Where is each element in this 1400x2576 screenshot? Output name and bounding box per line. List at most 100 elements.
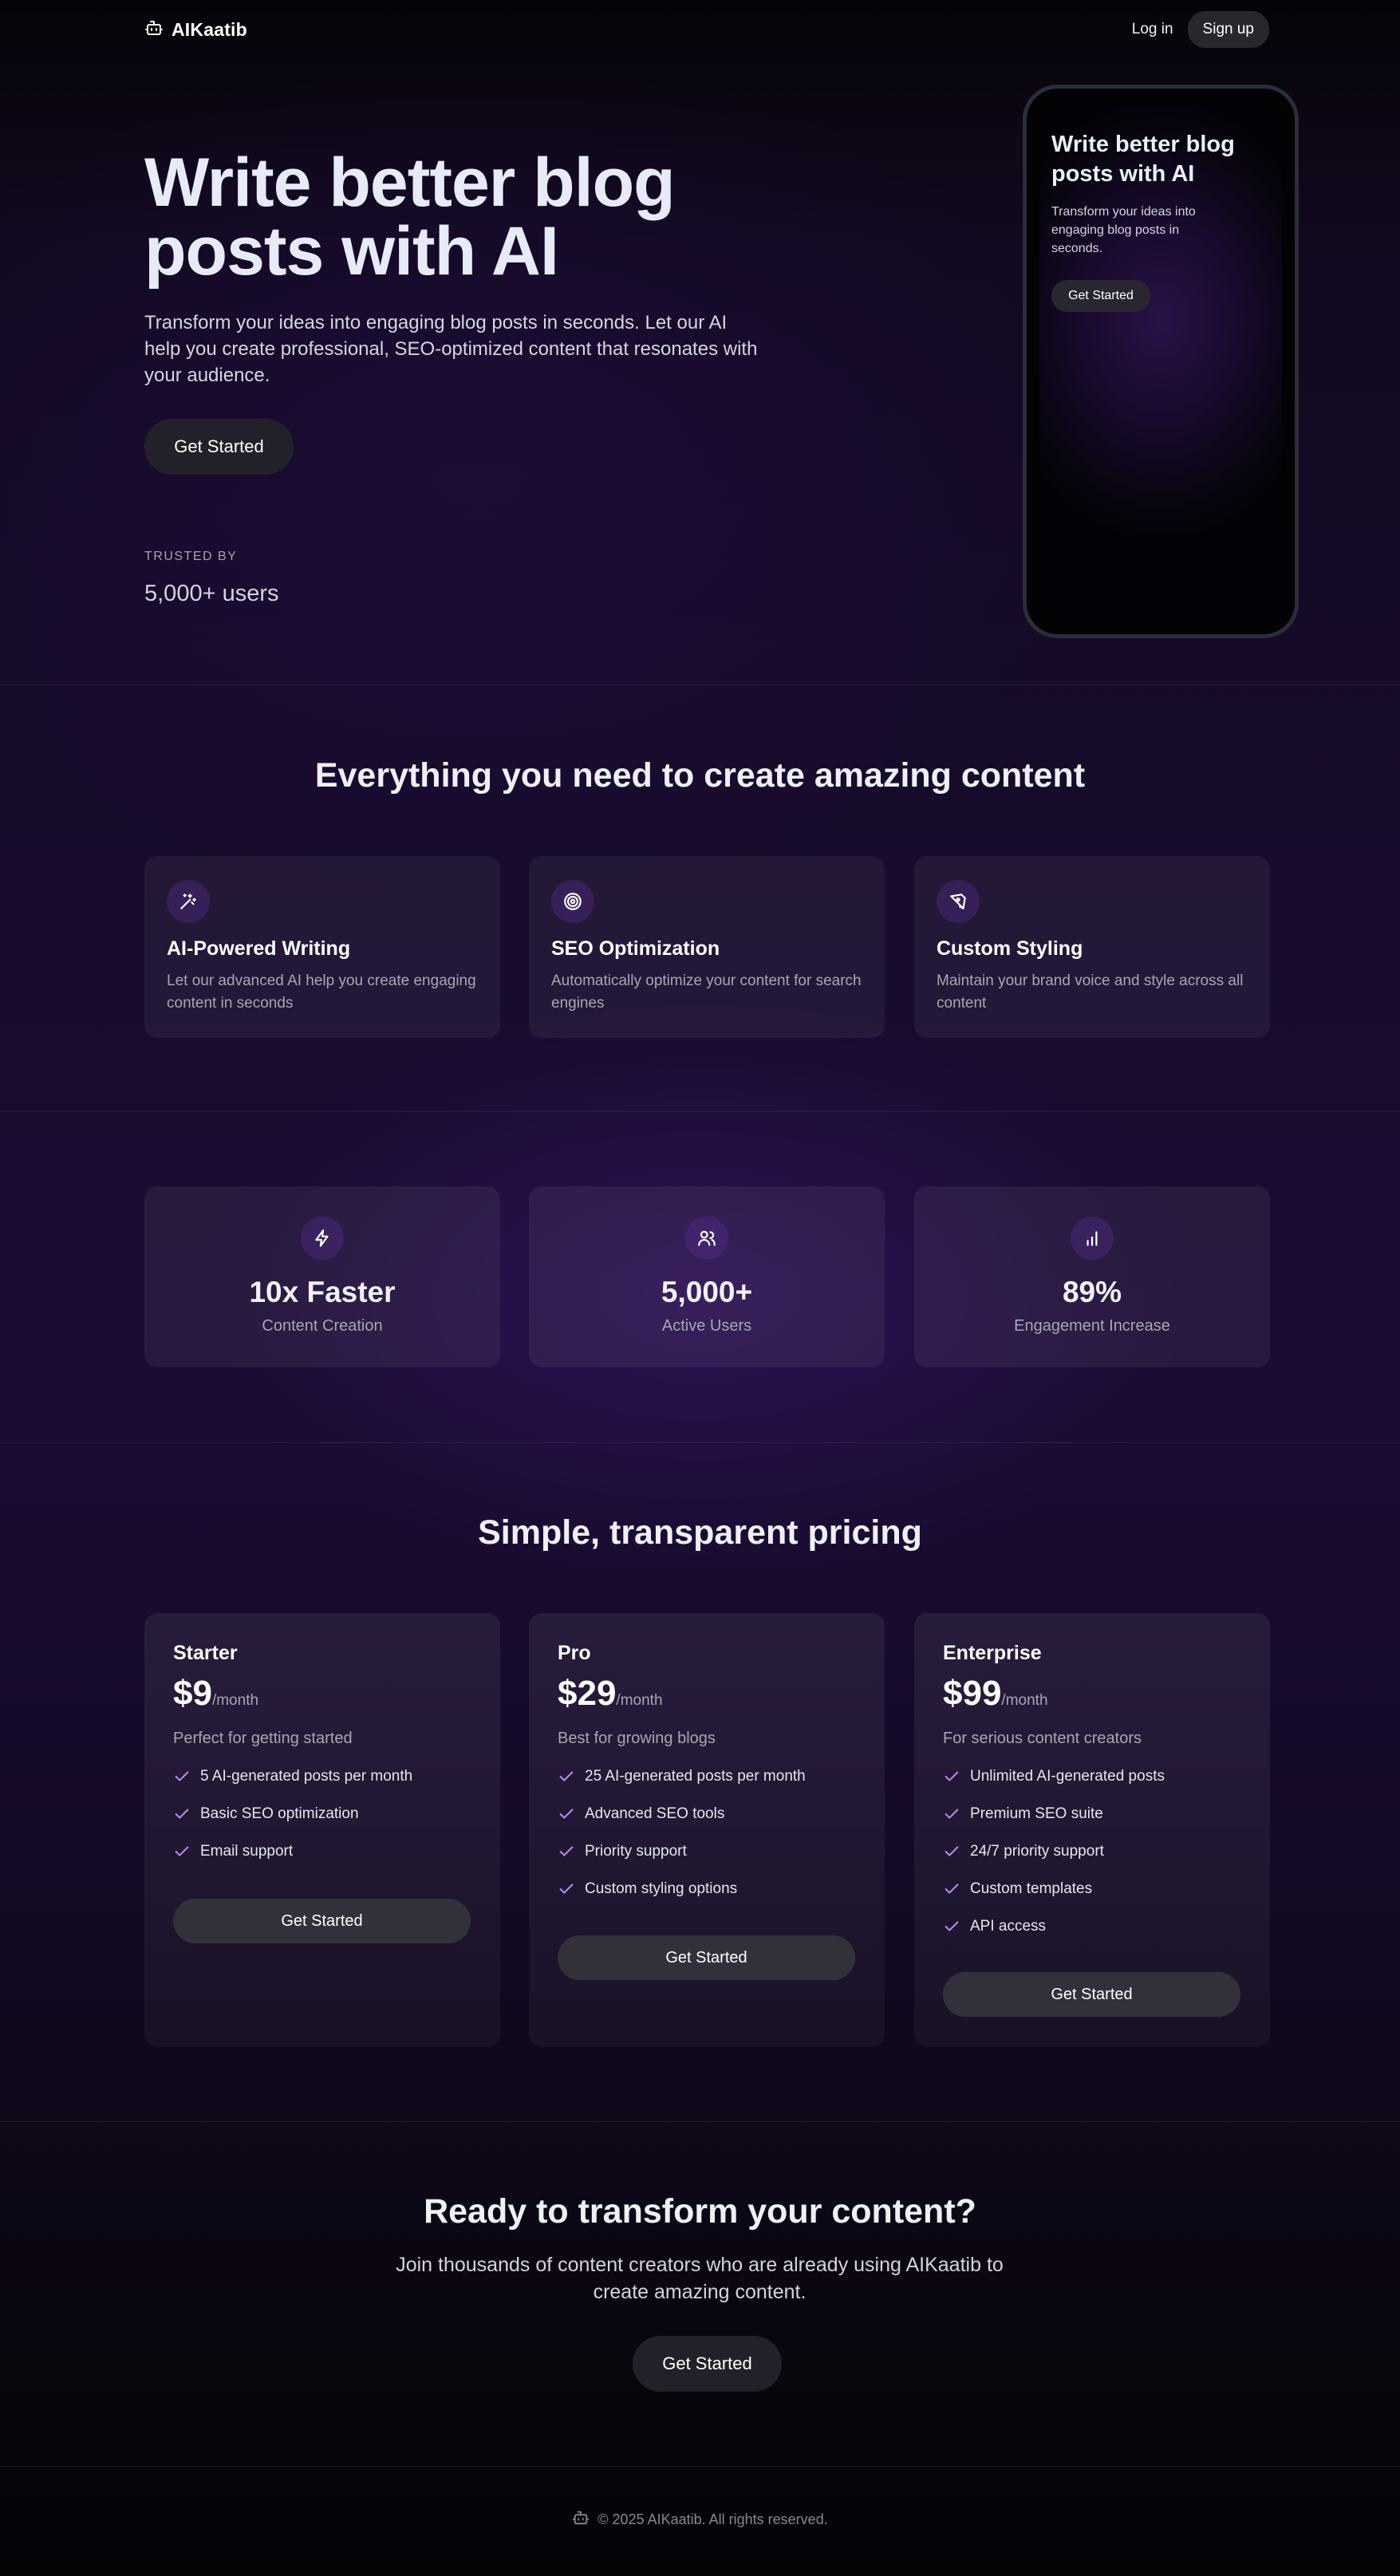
feature-card: AI-Powered Writing Let our advanced AI h… <box>144 856 500 1038</box>
plan-name: Pro <box>558 1642 591 1664</box>
check-icon <box>945 1884 959 1894</box>
check-icon <box>945 1921 959 1931</box>
phone-get-started-button: Get Started <box>1051 280 1150 312</box>
check-icon <box>175 1809 189 1819</box>
feature-card: SEO Optimization Automatically optimize … <box>529 856 885 1038</box>
signup-button[interactable]: Sign up <box>1187 11 1269 48</box>
phone-title: Write better blog posts with AI <box>1051 132 1235 187</box>
plan-name: Enterprise <box>943 1642 1042 1664</box>
plan-feature: Advanced SEO tools <box>558 1804 806 1841</box>
check-icon <box>559 1809 574 1819</box>
plan-feature: 5 AI-generated posts per month <box>173 1766 412 1804</box>
robot-logo-icon <box>144 18 164 41</box>
robot-logo-icon <box>572 2509 590 2531</box>
trusted-by-value: 5,000+ users <box>144 581 279 606</box>
footer-copyright: © 2025 AIKaatib. All rights reserved. <box>597 2511 828 2527</box>
plan-feature-list: 25 AI-generated posts per month Advanced… <box>558 1766 806 1916</box>
starter-get-started-button[interactable]: Get Started <box>173 1899 471 1943</box>
price-amount: $9 <box>173 1674 212 1713</box>
plan-feature-text: Advanced SEO tools <box>585 1805 725 1822</box>
bolt-icon <box>301 1217 344 1260</box>
hero-get-started-button[interactable]: Get Started <box>144 419 294 475</box>
plan-feature: Premium SEO suite <box>943 1804 1165 1841</box>
feature-title: AI-Powered Writing <box>167 937 351 960</box>
trusted-by-label: TRUSTED BY <box>144 550 238 563</box>
check-icon <box>945 1771 959 1781</box>
phone-subtitle: Transform your ideas into engaging blog … <box>1051 205 1196 255</box>
cta-get-started-button[interactable]: Get Started <box>633 2336 782 2392</box>
plan-feature-text: Custom templates <box>970 1880 1093 1897</box>
nav-actions: Log in Sign up <box>1132 11 1269 48</box>
cta-title: Ready to transform your content? <box>424 2192 976 2231</box>
phone-mockup: Write better blog posts with AI Transfor… <box>1023 85 1299 638</box>
cta-subtitle: Join thousands of content creators who a… <box>396 2254 1004 2303</box>
plan-feature: Basic SEO optimization <box>173 1804 412 1841</box>
price-period: /month <box>211 1692 259 1709</box>
plan-price: $99 /month <box>943 1674 1048 1714</box>
plan-description: Best for growing blogs <box>558 1730 716 1747</box>
feature-description: Let our advanced AI help you create enga… <box>167 972 476 1012</box>
check-icon <box>559 1771 574 1781</box>
plan-feature: Unlimited AI-generated posts <box>943 1766 1165 1804</box>
pro-get-started-button[interactable]: Get Started <box>558 1935 855 1980</box>
pricing-card-starter: Starter $9 /month Perfect for getting st… <box>144 1613 500 2047</box>
bar-chart-icon <box>1071 1217 1114 1260</box>
plan-feature-text: 24/7 priority support <box>970 1843 1104 1860</box>
plan-feature: Priority support <box>558 1841 806 1879</box>
hero-title: Write better blog posts with AI <box>144 144 676 290</box>
price-period: /month <box>616 1692 663 1709</box>
feature-title: Custom Styling <box>937 937 1083 960</box>
stat-label: Content Creation <box>262 1317 383 1335</box>
price-period: /month <box>1001 1692 1048 1709</box>
footer-divider <box>0 2466 1400 2467</box>
section-divider <box>0 684 1400 685</box>
plan-feature-text: 25 AI-generated posts per month <box>585 1768 806 1785</box>
stat-label: Engagement Increase <box>1014 1317 1170 1335</box>
feature-description: Automatically optimize your content for … <box>551 972 862 1012</box>
section-divider <box>0 1442 1400 1443</box>
check-icon <box>559 1884 574 1894</box>
plan-feature: API access <box>943 1916 1165 1954</box>
plan-feature-text: API access <box>970 1918 1047 1935</box>
plan-feature-text: Unlimited AI-generated posts <box>970 1768 1165 1785</box>
plan-feature: Custom styling options <box>558 1879 806 1916</box>
check-icon <box>559 1846 574 1856</box>
plan-feature-text: Priority support <box>585 1843 687 1860</box>
price-amount: $29 <box>558 1674 617 1713</box>
enterprise-get-started-button[interactable]: Get Started <box>943 1972 1240 2017</box>
stat-card: 10x Faster Content Creation <box>144 1186 500 1367</box>
plan-feature-list: Unlimited AI-generated posts Premium SEO… <box>943 1766 1165 1954</box>
plan-feature-text: Basic SEO optimization <box>200 1805 359 1822</box>
check-icon <box>175 1771 189 1781</box>
brand-name: AIKaatib <box>172 18 247 40</box>
login-link[interactable]: Log in <box>1132 21 1173 38</box>
pen-tool-icon <box>937 880 980 923</box>
section-divider <box>0 1111 1400 1112</box>
features-title: Everything you need to create amazing co… <box>314 756 1086 795</box>
brand[interactable]: AIKaatib <box>144 18 247 41</box>
plan-feature-list: 5 AI-generated posts per month Basic SEO… <box>173 1766 412 1879</box>
plan-feature: Email support <box>173 1841 412 1879</box>
top-nav: AIKaatib Log in Sign up <box>144 11 1269 48</box>
feature-card: Custom Styling Maintain your brand voice… <box>914 856 1270 1038</box>
check-icon <box>945 1846 959 1856</box>
plan-feature-text: Premium SEO suite <box>970 1805 1103 1822</box>
footer: © 2025 AIKaatib. All rights reserved. <box>0 2509 1400 2531</box>
check-icon <box>175 1846 189 1856</box>
pricing-card-pro: Pro $29 /month Best for growing blogs 25… <box>529 1613 885 2047</box>
plan-price: $29 /month <box>558 1674 663 1714</box>
stat-label: Active Users <box>661 1317 752 1335</box>
sparkles-icon <box>167 880 210 923</box>
section-divider <box>0 2121 1400 2122</box>
hero-subtitle: Transform your ideas into engaging blog … <box>144 312 758 386</box>
plan-name: Starter <box>173 1642 238 1664</box>
plan-feature: 24/7 priority support <box>943 1841 1165 1879</box>
plan-feature-text: Custom styling options <box>585 1880 738 1897</box>
plan-feature: Custom templates <box>943 1879 1165 1916</box>
plan-description: For serious content creators <box>943 1730 1142 1747</box>
plan-feature: 25 AI-generated posts per month <box>558 1766 806 1804</box>
stat-value: 5,000+ <box>661 1276 753 1308</box>
stat-value: 10x Faster <box>249 1276 396 1308</box>
check-icon <box>945 1809 959 1819</box>
pricing-title: Simple, transparent pricing <box>478 1513 922 1552</box>
